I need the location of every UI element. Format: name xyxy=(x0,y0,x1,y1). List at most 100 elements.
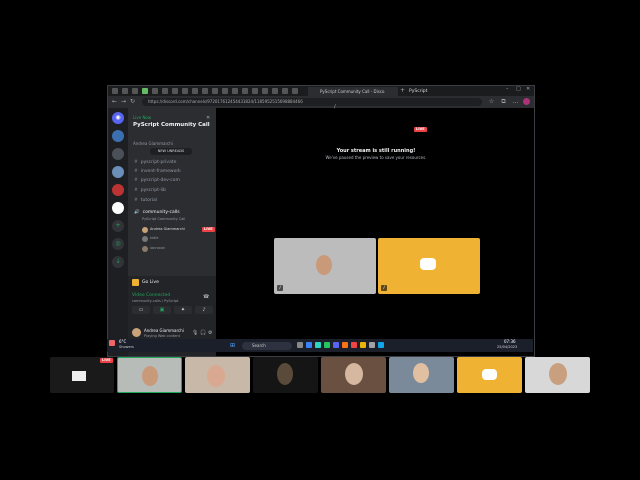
channel-item[interactable]: # pyscript-lib xyxy=(134,187,166,195)
start-icon[interactable]: ⊞ xyxy=(230,342,235,349)
participant-face xyxy=(345,363,363,385)
connection-channel[interactable]: community-calls / PyScript xyxy=(132,299,179,303)
camera-button[interactable]: ▭ xyxy=(132,306,150,314)
avatar xyxy=(142,246,148,252)
avatar[interactable] xyxy=(132,328,141,337)
back-icon[interactable]: ← xyxy=(111,98,118,105)
download-icon[interactable]: ↓ xyxy=(112,256,124,268)
tab-favicon-icon[interactable] xyxy=(282,88,288,94)
hash-icon: # xyxy=(134,188,138,193)
channel-item[interactable]: # invent-framework xyxy=(134,168,181,176)
headphones-icon[interactable]: 🎧 xyxy=(200,330,206,336)
tab-favicon-icon[interactable] xyxy=(292,88,298,94)
tab-favicon-icon[interactable] xyxy=(262,88,268,94)
activities-button[interactable]: ✦ xyxy=(174,306,192,314)
hash-icon: # xyxy=(134,160,138,165)
weather-icon[interactable] xyxy=(109,340,115,346)
voice-channel-item[interactable]: 🔊 community-calls xyxy=(134,209,180,217)
tab-favicon-icon[interactable] xyxy=(132,88,138,94)
taskbar-app-icon[interactable] xyxy=(342,342,348,348)
taskbar-app-icon[interactable] xyxy=(378,342,384,348)
channel-item[interactable]: # pyscript-dev-com xyxy=(134,177,180,185)
server-icon[interactable] xyxy=(112,202,124,214)
tab-favicon-icon[interactable] xyxy=(202,88,208,94)
tab-favicon-icon[interactable] xyxy=(232,88,238,94)
github-icon[interactable] xyxy=(172,88,178,94)
microphone-icon[interactable]: 🎙 xyxy=(192,330,198,336)
tab-favicon-icon[interactable] xyxy=(252,88,258,94)
favorite-icon[interactable]: ☆ xyxy=(488,98,495,105)
minimize-icon[interactable]: – xyxy=(506,86,509,92)
soundboard-button[interactable]: ♪ xyxy=(195,306,213,314)
weather-temp[interactable]: 6°C xyxy=(119,339,126,344)
gear-icon[interactable]: ⚙ xyxy=(208,330,212,336)
weather-desc[interactable]: Showers xyxy=(119,345,134,349)
tab-favicon-icon[interactable] xyxy=(182,88,188,94)
forward-icon[interactable]: → xyxy=(120,98,127,105)
participant-name[interactable]: Andrea Giammarchi xyxy=(150,227,185,231)
channel-name: community-calls xyxy=(142,210,180,215)
channel-item[interactable]: # pyscript-private xyxy=(134,159,176,167)
disconnect-icon[interactable]: ☎ xyxy=(203,294,209,300)
taskbar-app-icon[interactable] xyxy=(315,342,321,348)
tab-favicon-icon[interactable] xyxy=(242,88,248,94)
go-live-icon[interactable] xyxy=(132,279,139,286)
participant-name[interactable]: kidle xyxy=(150,236,158,240)
video-thumbnail[interactable] xyxy=(525,357,590,393)
tab-favicon-icon[interactable] xyxy=(212,88,218,94)
server-icon[interactable] xyxy=(112,184,124,196)
more-menu-icon[interactable]: … xyxy=(512,98,519,105)
server-icon[interactable] xyxy=(112,148,124,160)
video-tile[interactable]: / xyxy=(378,238,480,294)
video-thumbnail[interactable] xyxy=(185,357,250,393)
tab-favicon-icon[interactable] xyxy=(192,88,198,94)
discord-home-icon[interactable]: ◉ xyxy=(112,112,124,124)
avatar xyxy=(142,236,148,242)
active-tab[interactable]: PyScript Community Call - Disco xyxy=(308,87,398,96)
github-icon[interactable] xyxy=(222,88,228,94)
close-icon[interactable]: ✕ xyxy=(526,86,530,92)
video-thumbnail[interactable] xyxy=(321,357,386,393)
app-menu-icon[interactable] xyxy=(112,88,118,94)
new-tab-icon[interactable]: + xyxy=(400,87,405,94)
taskbar-app-icon[interactable] xyxy=(297,342,303,348)
github-icon[interactable] xyxy=(162,88,168,94)
tab-favicon-icon[interactable] xyxy=(142,88,148,94)
taskbar-app-icon[interactable] xyxy=(324,342,330,348)
taskbar-app-icon[interactable] xyxy=(333,342,339,348)
video-thumbnail[interactable] xyxy=(457,357,522,393)
taskbar-app-icon[interactable] xyxy=(351,342,357,348)
server-icon[interactable] xyxy=(112,166,124,178)
server-icon[interactable] xyxy=(112,130,124,142)
video-thumbnail[interactable] xyxy=(117,357,182,393)
maximize-icon[interactable]: □ xyxy=(516,86,521,92)
explore-icon[interactable]: ◎ xyxy=(112,238,124,250)
taskbar-app-icon[interactable] xyxy=(369,342,375,348)
tab-favicon-icon[interactable] xyxy=(152,88,158,94)
go-live-label[interactable]: Go Live xyxy=(142,280,159,285)
clock-date[interactable]: 25/04/2023 xyxy=(497,345,517,349)
mic-muted-icon: / xyxy=(381,285,387,291)
new-unreads-banner[interactable]: NEW UNREADS xyxy=(150,148,192,155)
screen-share-button[interactable]: ▣ xyxy=(153,306,171,314)
video-thumbnail[interactable] xyxy=(389,357,454,393)
event-title[interactable]: PyScript Community Call xyxy=(133,122,210,128)
video-tile[interactable]: / xyxy=(274,238,376,294)
video-thumbnail[interactable]: LIVE xyxy=(50,357,114,393)
clock-time[interactable]: 07:36 xyxy=(504,339,516,344)
taskbar-app-icon[interactable] xyxy=(360,342,366,348)
avatar xyxy=(142,227,148,233)
url-input[interactable]: https://discord.com/channels/97201761245… xyxy=(142,98,482,106)
taskbar-app-icon[interactable] xyxy=(306,342,312,348)
channel-item[interactable]: # tutorial xyxy=(134,197,157,205)
participant-name[interactable]: ianroxon xyxy=(150,246,165,250)
tab-favicon-icon[interactable] xyxy=(122,88,128,94)
reload-icon[interactable]: ↻ xyxy=(129,98,136,105)
add-server-icon[interactable]: + xyxy=(112,220,124,232)
close-icon[interactable]: ✕ xyxy=(206,115,210,121)
tab-favicon-icon[interactable] xyxy=(272,88,278,94)
extensions-icon[interactable]: ⧉ xyxy=(500,98,507,105)
video-thumbnail[interactable] xyxy=(253,357,318,393)
search-box[interactable]: Search xyxy=(242,342,292,350)
profile-avatar[interactable] xyxy=(523,98,530,105)
